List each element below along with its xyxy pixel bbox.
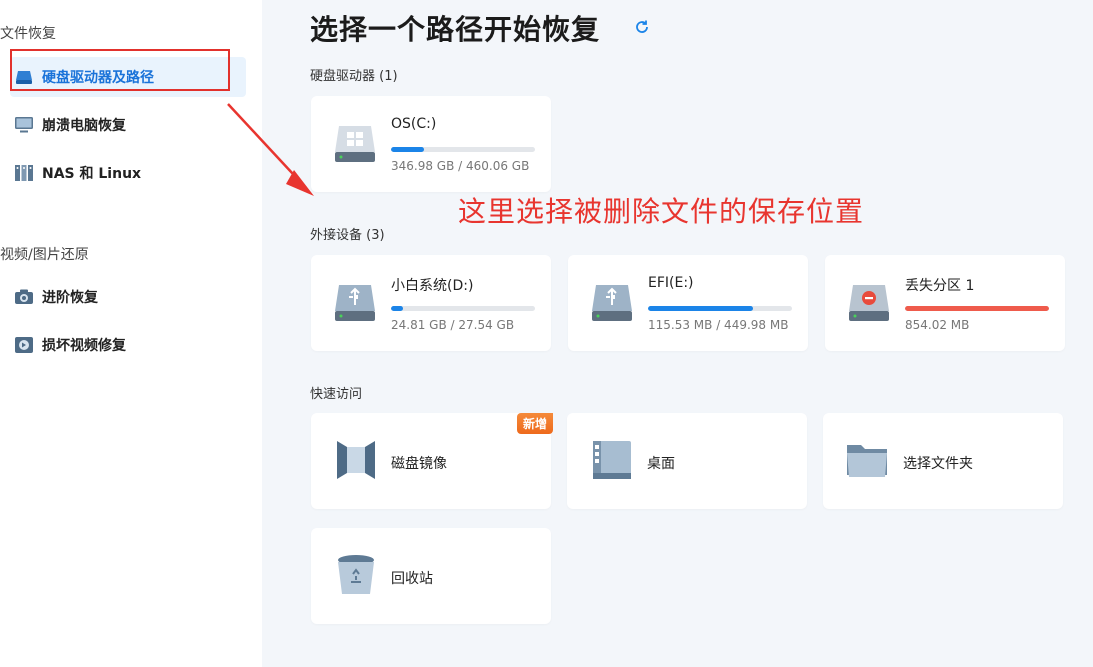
sidebar-item-label: 进阶恢复 bbox=[42, 290, 98, 306]
usb-drive-icon bbox=[592, 285, 632, 321]
usage-bar bbox=[391, 306, 535, 311]
drive-card-e[interactable]: EFI(E:) 115.53 MB / 449.98 MB bbox=[568, 255, 808, 351]
drive-name: 小白系统(D:) bbox=[391, 278, 474, 294]
section-file-recovery: 文件恢复 bbox=[0, 26, 56, 42]
annotation-arrow bbox=[227, 103, 314, 196]
sidebar-item-label: 损坏视频修复 bbox=[42, 338, 126, 354]
usage-fill bbox=[905, 306, 1049, 311]
usb-drive-icon bbox=[335, 285, 375, 321]
quick-desktop[interactable]: 桌面 bbox=[567, 413, 807, 509]
section-video-photo: 视频/图片还原 bbox=[0, 247, 89, 263]
group-label-quick: 快速访问 bbox=[310, 387, 363, 402]
usage-fill bbox=[648, 306, 754, 311]
main-panel: 选择一个路径开始恢复 硬盘驱动器 (1) OS(C:) 346.98 GB / … bbox=[262, 0, 1093, 667]
usage-fill bbox=[391, 147, 425, 152]
nas-icon bbox=[14, 163, 34, 183]
group-label-hdd: 硬盘驱动器 (1) bbox=[310, 69, 398, 84]
monitor-icon bbox=[14, 115, 34, 135]
page-title: 选择一个路径开始恢复 bbox=[310, 13, 601, 46]
quick-name: 选择文件夹 bbox=[903, 456, 973, 472]
drive-name: 丢失分区 1 bbox=[905, 278, 975, 294]
quick-name: 回收站 bbox=[391, 571, 433, 587]
drive-size: 115.53 MB / 449.98 MB bbox=[648, 318, 789, 332]
new-badge: 新增 bbox=[516, 413, 553, 434]
highlight-box bbox=[10, 49, 230, 91]
quick-recycle-bin[interactable]: 回收站 bbox=[311, 528, 551, 624]
video-repair-icon bbox=[14, 335, 34, 355]
group-label-external: 外接设备 (3) bbox=[310, 228, 385, 243]
sidebar-item-label: 崩溃电脑恢复 bbox=[42, 118, 126, 134]
sidebar-item-nas-linux[interactable]: NAS 和 Linux bbox=[10, 153, 246, 193]
recycle-bin-icon bbox=[338, 555, 374, 594]
usage-fill bbox=[391, 306, 403, 311]
camera-icon bbox=[14, 287, 34, 307]
usage-bar bbox=[648, 306, 792, 311]
usage-bar bbox=[905, 306, 1049, 311]
refresh-icon[interactable] bbox=[634, 19, 650, 35]
drive-name: EFI(E:) bbox=[648, 275, 694, 291]
lost-partition-icon bbox=[849, 285, 889, 321]
quick-name: 桌面 bbox=[647, 456, 675, 472]
drive-size: 346.98 GB / 460.06 GB bbox=[391, 159, 530, 173]
drive-card-d[interactable]: 小白系统(D:) 24.81 GB / 27.54 GB bbox=[311, 255, 551, 351]
quick-name: 磁盘镜像 bbox=[391, 456, 447, 472]
sidebar-item-label: NAS 和 Linux bbox=[42, 166, 142, 182]
drive-size: 24.81 GB / 27.54 GB bbox=[391, 318, 515, 332]
windows-drive-icon bbox=[335, 126, 375, 162]
quick-disk-image[interactable]: 磁盘镜像 新增 bbox=[311, 413, 553, 509]
usage-bar bbox=[391, 147, 535, 152]
sidebar-item-advanced-recovery[interactable]: 进阶恢复 bbox=[10, 277, 246, 317]
drive-name: OS(C:) bbox=[391, 116, 437, 132]
drive-card-c[interactable]: OS(C:) 346.98 GB / 460.06 GB bbox=[311, 96, 551, 192]
drive-size: 854.02 MB bbox=[905, 318, 970, 332]
sidebar-item-video-repair[interactable]: 损坏视频修复 bbox=[10, 325, 246, 365]
sidebar-item-crashed-pc[interactable]: 崩溃电脑恢复 bbox=[10, 105, 246, 145]
folder-icon bbox=[847, 445, 887, 477]
desktop-icon bbox=[593, 441, 631, 479]
quick-select-folder[interactable]: 选择文件夹 bbox=[823, 413, 1063, 509]
drive-card-lost-partition[interactable]: 丢失分区 1 854.02 MB bbox=[825, 255, 1065, 351]
annotation-text: 这里选择被删除文件的保存位置 bbox=[458, 195, 865, 228]
disk-image-icon bbox=[337, 441, 375, 479]
